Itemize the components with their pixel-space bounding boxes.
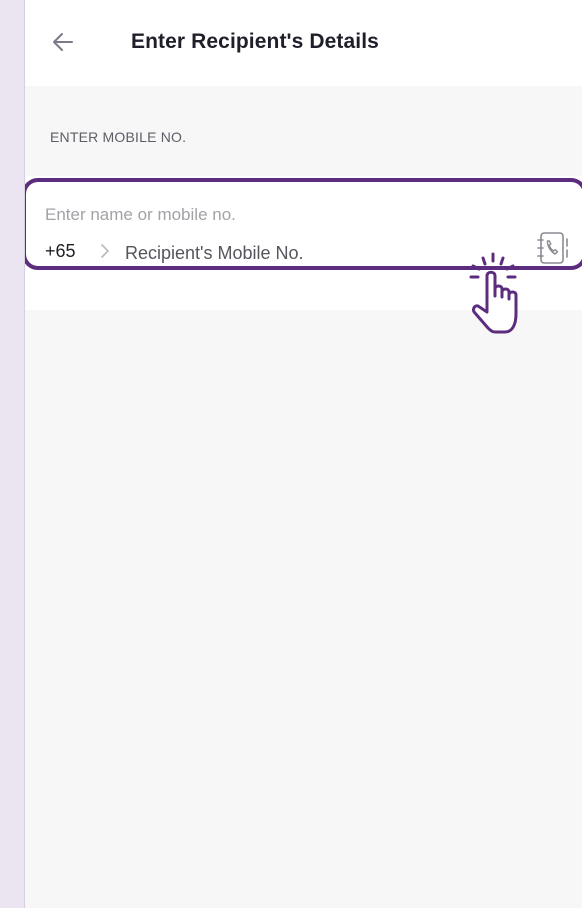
chevron-right-icon [101,244,109,258]
country-code-selector[interactable]: +65 [45,241,76,262]
tap-hand-icon [469,252,518,334]
app-screen: Enter Recipient's Details ENTER MOBILE N… [24,0,582,908]
arrow-left-icon [53,33,73,51]
mobile-number-input[interactable] [125,240,425,266]
section-label: ENTER MOBILE NO. [50,129,187,145]
app-header: Enter Recipient's Details [25,0,582,86]
page-title: Enter Recipient's Details [131,30,379,53]
contacts-button[interactable] [535,230,571,270]
contact-book-icon [537,232,568,264]
back-button[interactable] [49,28,77,56]
recipient-field-hint: Enter name or mobile no. [45,205,236,224]
